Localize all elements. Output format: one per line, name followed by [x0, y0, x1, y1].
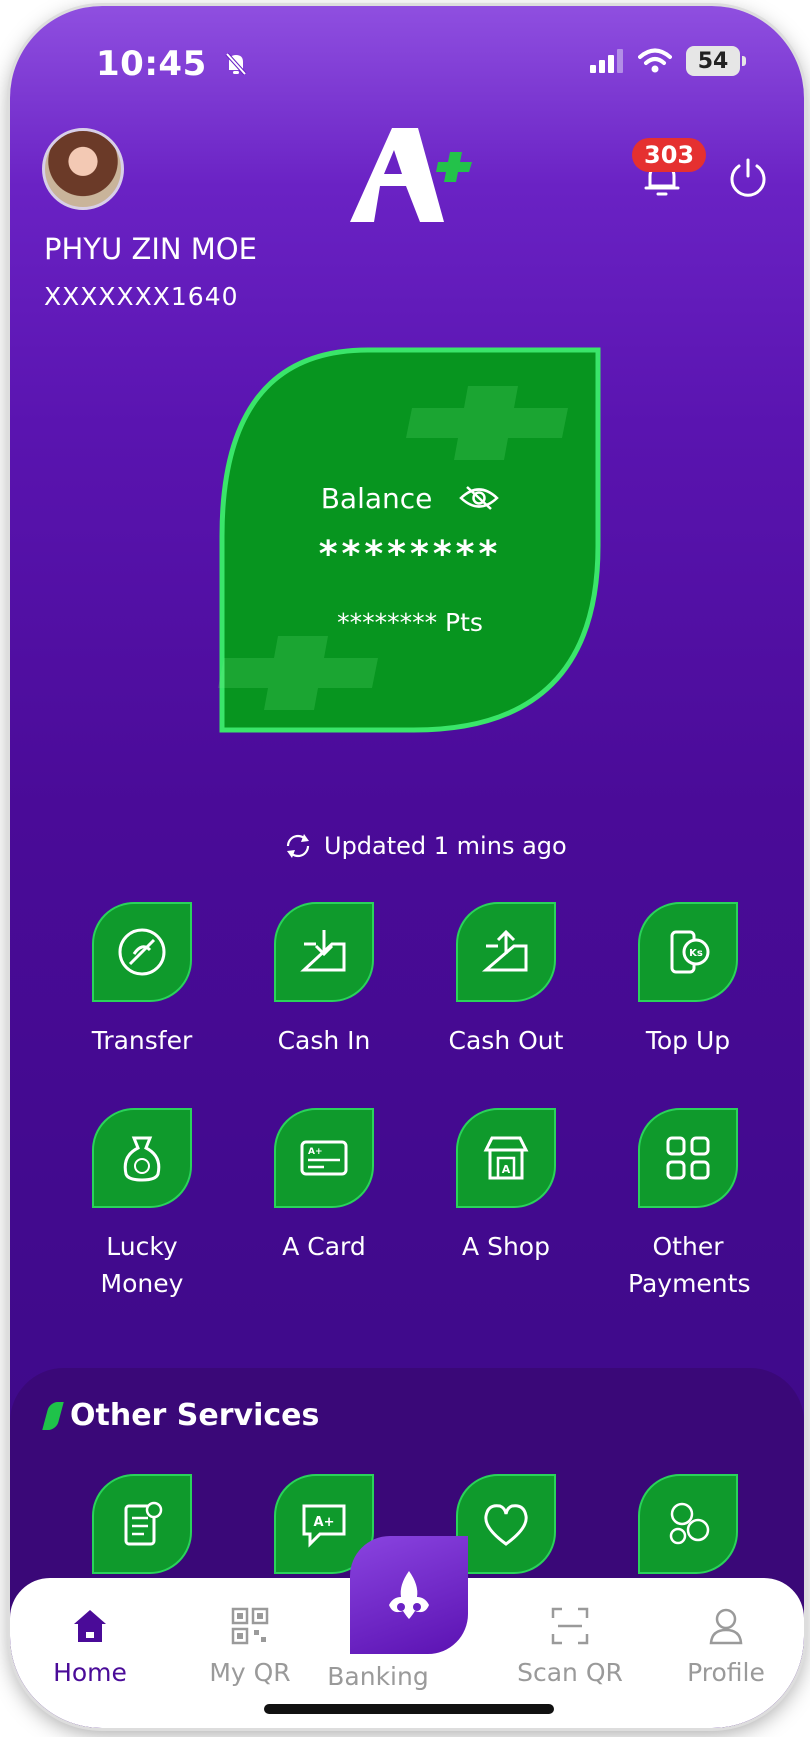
a-shop-leaf: A	[456, 1108, 556, 1208]
nav-profile-label: Profile	[687, 1658, 765, 1687]
cash-in-label: Cash In	[277, 1026, 371, 1055]
avatar[interactable]	[42, 128, 124, 210]
transfer-label: Transfer	[91, 1026, 193, 1055]
svg-text:A: A	[502, 1163, 511, 1176]
silent-bell-icon	[225, 52, 247, 76]
cash-in-button[interactable]: Cash In	[244, 902, 404, 1059]
svg-text:A+: A+	[314, 1515, 335, 1530]
battery-indicator: 54	[686, 46, 746, 76]
refresh-icon[interactable]	[284, 832, 312, 860]
scan-icon	[551, 1607, 589, 1645]
lucky-money-label: Lucky Money	[100, 1232, 184, 1298]
coins-icon	[669, 1502, 710, 1545]
cash-out-label: Cash Out	[448, 1026, 564, 1055]
top-up-leaf: Ks	[638, 902, 738, 1002]
nav-home-label: Home	[53, 1658, 127, 1687]
eye-slash-icon[interactable]	[459, 485, 500, 511]
nav-profile[interactable]: Profile	[666, 1606, 786, 1687]
a-card-button[interactable]: A+ A Card	[244, 1108, 404, 1265]
nav-banking-label: Banking	[327, 1662, 429, 1691]
update-status[interactable]: Updated 1 mins ago	[284, 832, 567, 860]
nav-my-qr[interactable]: My QR	[190, 1606, 310, 1687]
signal-icon	[590, 49, 623, 73]
home-indicator	[264, 1704, 554, 1714]
user-name: PHYU ZIN MOE	[44, 232, 257, 266]
top-up-icon: Ks	[670, 930, 710, 974]
user-phone: XXXXXXX1640	[44, 282, 239, 311]
balance-value: ********	[318, 534, 502, 575]
cash-out-icon	[481, 929, 528, 972]
cash-in-icon	[300, 930, 346, 972]
a-card-icon: A+	[300, 1140, 348, 1176]
service-bill-button[interactable]	[62, 1474, 222, 1574]
other-payments-label: Other Payments	[628, 1232, 751, 1298]
status-indicators: 54	[590, 46, 746, 76]
other-payments-icon	[666, 1136, 710, 1180]
cash-out-button[interactable]: Cash Out	[426, 902, 586, 1059]
nav-scan-qr[interactable]: Scan QR	[510, 1606, 630, 1687]
nav-my-qr-label: My QR	[209, 1658, 291, 1687]
battery-level: 54	[697, 48, 729, 74]
other-services-title: Other Services	[42, 1398, 320, 1433]
cash-in-leaf	[274, 902, 374, 1002]
power-icon[interactable]	[726, 156, 770, 200]
profile-icon	[709, 1608, 743, 1645]
a-shop-icon: A	[483, 1136, 529, 1180]
svg-text:A+: A+	[308, 1147, 323, 1157]
section-mark-icon	[42, 1401, 64, 1430]
heart-icon	[484, 1504, 528, 1546]
lucky-money-icon	[123, 1136, 161, 1182]
cash-out-leaf	[456, 902, 556, 1002]
nav-scan-qr-label: Scan QR	[517, 1658, 623, 1687]
lucky-money-leaf	[92, 1108, 192, 1208]
service-coins-button[interactable]	[608, 1474, 768, 1574]
other-services-title-text: Other Services	[70, 1398, 320, 1433]
a-plus-logo	[350, 128, 472, 222]
qr-icon	[231, 1607, 269, 1645]
other-payments-button[interactable]: Other Payments	[608, 1108, 768, 1302]
nav-banking[interactable]: Banking	[318, 1654, 438, 1691]
chat-icon: A+	[302, 1504, 346, 1548]
a-card-label: A Card	[282, 1232, 366, 1261]
banking-icon	[389, 1571, 429, 1619]
service-coins-leaf	[638, 1474, 738, 1574]
service-bill-leaf	[92, 1474, 192, 1574]
a-shop-button[interactable]: A A Shop	[426, 1108, 586, 1265]
updated-text: Updated 1 mins ago	[324, 832, 567, 860]
a-card-leaf: A+	[274, 1108, 374, 1208]
top-up-button[interactable]: Ks Top Up	[608, 902, 768, 1059]
banking-button[interactable]	[350, 1536, 468, 1654]
time-text: 10:45	[96, 44, 207, 84]
transfer-leaf	[92, 902, 192, 1002]
phone-screen: 10:45 54 PHYU ZIN MOE XXXXXXX1640 303 Ba…	[10, 6, 804, 1728]
lucky-money-button[interactable]: Lucky Money	[62, 1108, 222, 1302]
transfer-icon	[118, 928, 166, 976]
balance-card[interactable]: Balance ******** ******** Pts	[218, 346, 602, 734]
balance-points: ******** Pts	[337, 608, 483, 637]
svg-text:Ks: Ks	[689, 948, 703, 959]
wifi-icon	[638, 48, 672, 73]
nav-home[interactable]: Home	[30, 1606, 150, 1687]
service-heart-leaf	[456, 1474, 556, 1574]
other-payments-leaf	[638, 1108, 738, 1208]
bill-icon	[124, 1501, 163, 1546]
notification-badge: 303	[632, 138, 707, 172]
top-up-label: Top Up	[645, 1026, 731, 1055]
status-time: 10:45	[96, 44, 249, 84]
balance-label-text: Balance	[320, 482, 433, 515]
transfer-button[interactable]: Transfer	[62, 902, 222, 1059]
balance-label: Balance	[218, 482, 602, 515]
home-icon	[74, 1610, 106, 1642]
a-shop-label: A Shop	[462, 1232, 550, 1261]
